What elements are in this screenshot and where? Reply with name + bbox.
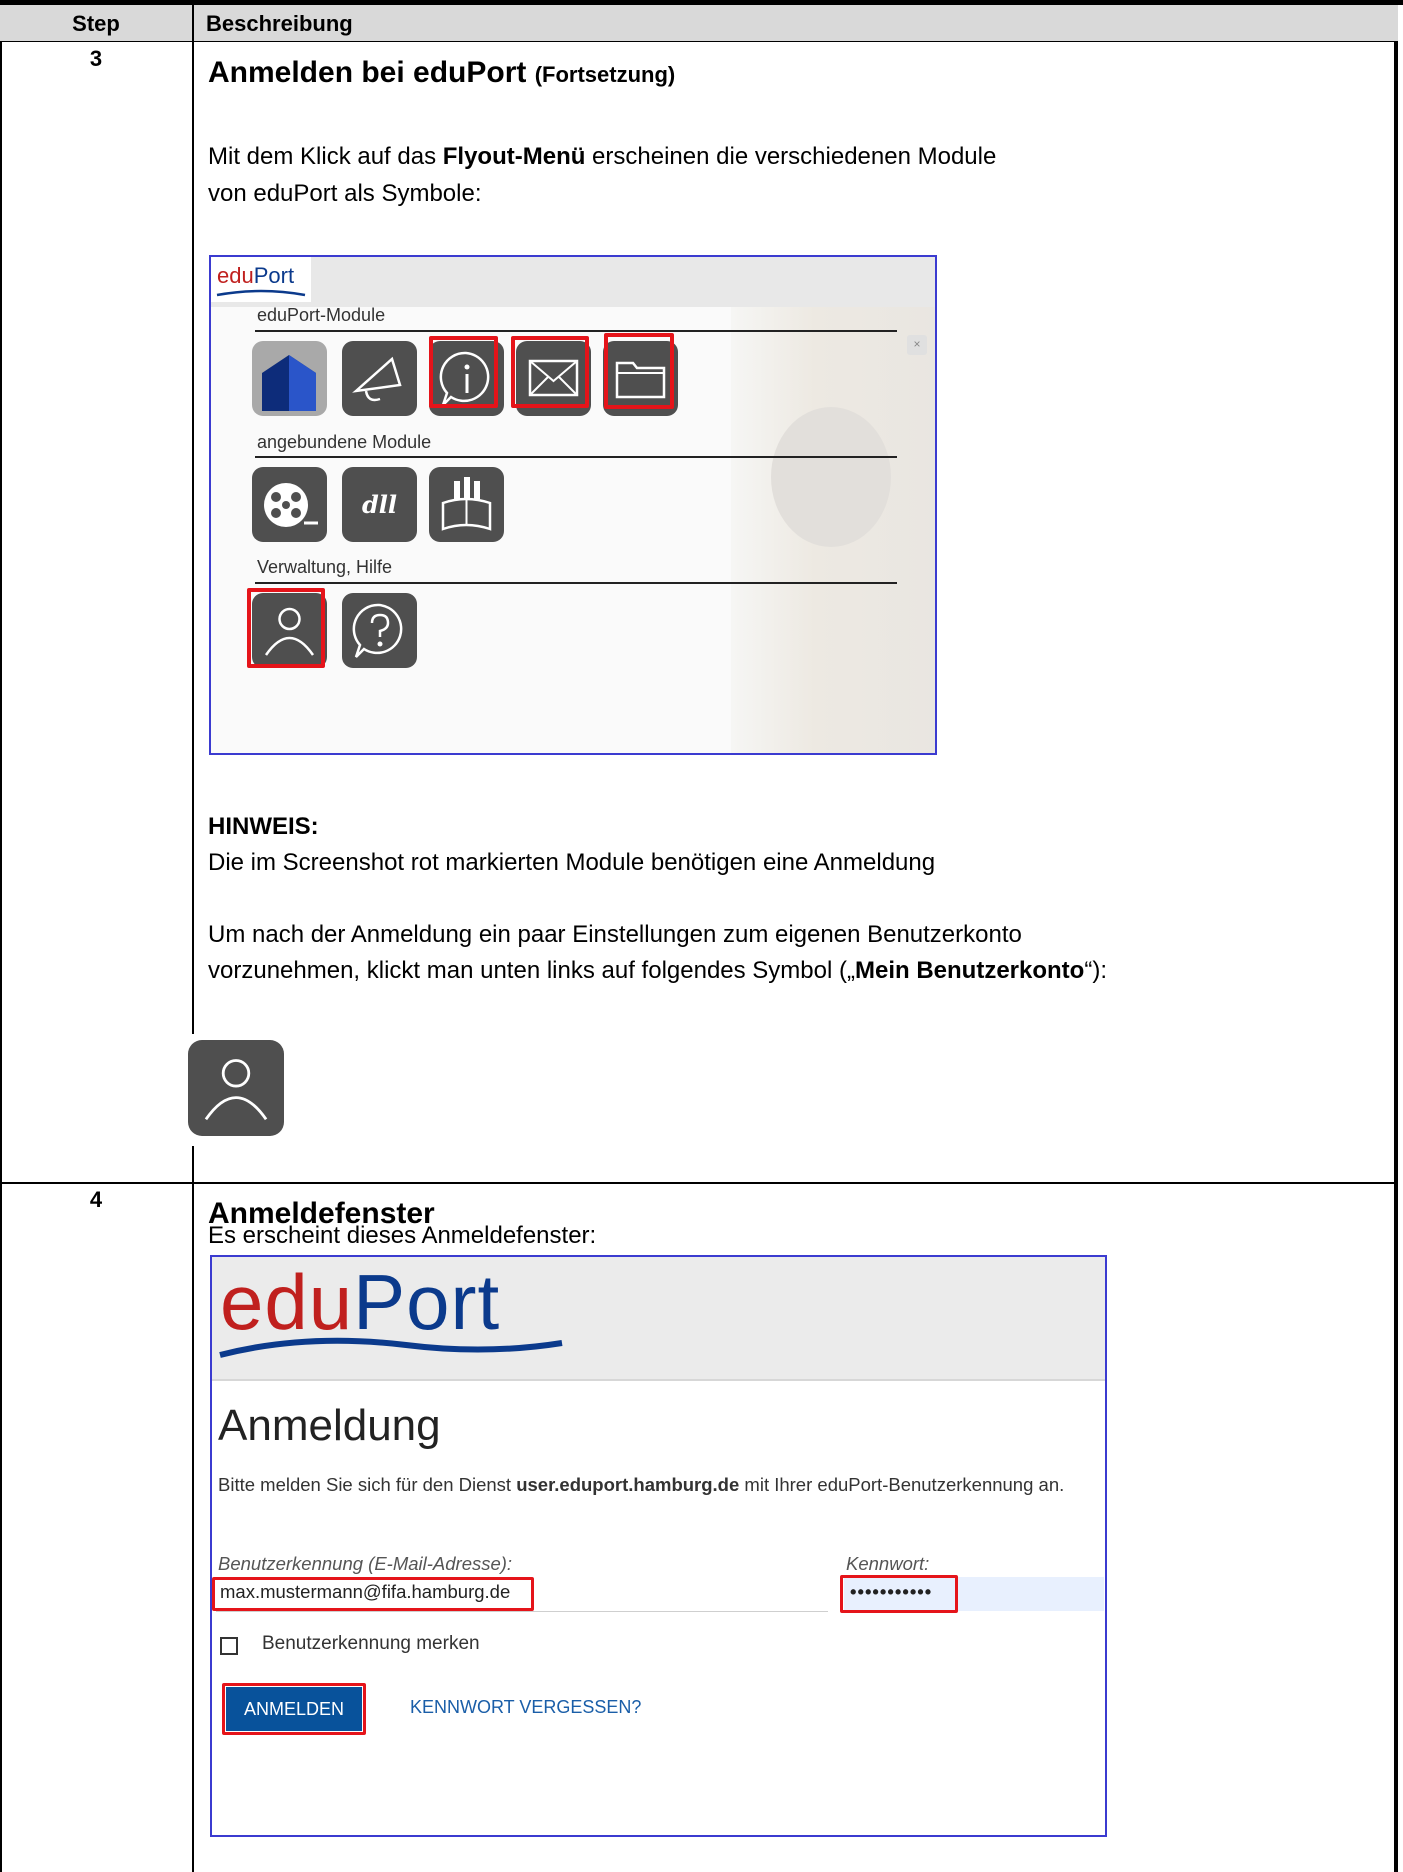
step3-title: Anmelden bei eduPort (Fortsetzung) — [208, 56, 675, 90]
highlight-box-info — [429, 336, 498, 408]
flyout-menu-screenshot: eduPort eduPort-Module × angebundene Mod… — [209, 255, 937, 755]
section-label-eduport-modules: eduPort-Module — [257, 305, 386, 325]
remember-checkbox[interactable] — [220, 1637, 238, 1655]
highlight-box-login-button — [222, 1683, 366, 1735]
remember-label[interactable]: Benutzerkennung merken — [262, 1633, 480, 1655]
step3-paragraph-1-line-2: von eduPort als Symbole: — [208, 180, 482, 207]
login-banner: eduPort — [212, 1257, 1105, 1381]
logo-port: Port — [253, 263, 295, 288]
step4-intro: Es erscheint dieses Anmeldefenster: — [208, 1222, 597, 1249]
forgot-password-link[interactable]: KENNWORT VERGESSEN? — [410, 1697, 641, 1718]
highlight-box-username — [212, 1577, 534, 1611]
para1-text-a: Mit dem Klick auf das — [208, 143, 443, 170]
home-module-tile[interactable] — [252, 341, 327, 416]
section-label-admin-help: Verwaltung, Hilfe — [257, 557, 393, 577]
highlight-box-mail — [511, 336, 589, 408]
hint-text: Die im Screenshot rot markierten Module … — [208, 849, 936, 876]
login-heading: Anmeldung — [218, 1401, 441, 1450]
close-button[interactable]: × — [907, 335, 927, 355]
dll-icon: dll — [362, 490, 397, 519]
header-step: Step — [72, 11, 120, 36]
login-window-screenshot: eduPort Anmeldung Bitte melden Sie sich … — [210, 1255, 1107, 1837]
step3-paragraph-2-line-2: vorzunehmen, klickt man unten links auf … — [208, 953, 1107, 989]
highlight-box-files — [604, 333, 674, 409]
hint-title: HINWEIS: — [208, 813, 319, 840]
step3-paragraph-2: Um nach der Anmeldung ein paar Einstellu… — [208, 921, 1022, 948]
account-icon-sample — [182, 1034, 288, 1146]
step-number-4: 4 — [89, 1187, 103, 1212]
password-label: Kennwort: — [846, 1553, 930, 1574]
logo-wave-icon — [219, 1337, 563, 1358]
column-divider — [192, 5, 194, 1872]
section-divider — [255, 582, 897, 584]
step-number-3: 3 — [89, 46, 103, 71]
svg-text:dll: dll — [362, 490, 397, 519]
section-divider — [255, 330, 897, 332]
step3-title-main: Anmelden bei eduPort — [208, 56, 527, 89]
help-module-tile[interactable] — [342, 593, 417, 668]
library-module-tile[interactable] — [429, 467, 504, 542]
highlight-box-password — [840, 1575, 958, 1613]
para2-bold: Mein Benutzerkonto — [854, 957, 1085, 984]
dll-module-tile[interactable]: dll — [342, 467, 417, 542]
logo-edu: edu — [217, 263, 254, 288]
para2-text-a: vorzunehmen, klickt man unten links auf … — [208, 957, 855, 984]
login-intro-bold: user.eduport.hamburg.de — [516, 1474, 740, 1495]
step3-paragraph-1: Mit dem Klick auf das Flyout-Menü ersche… — [208, 139, 996, 175]
highlight-box-account — [247, 588, 325, 668]
para1-text-b: erscheinen die verschiedenen Module — [585, 143, 997, 170]
login-intro-b: mit Ihrer eduPort-Benutzerkennung an. — [739, 1474, 1065, 1495]
home-icon — [262, 355, 316, 411]
film-reel-icon — [264, 483, 318, 527]
header-description: Beschreibung — [206, 11, 353, 36]
row-divider — [0, 1182, 1398, 1184]
username-label: Benutzerkennung (E-Mail-Adresse): — [218, 1553, 513, 1574]
section-label-connected-modules: angebundene Module — [257, 432, 432, 452]
section-divider — [255, 456, 897, 458]
megaphone-icon — [352, 356, 402, 402]
hamburg-book-icon — [441, 477, 492, 531]
background-photo-figure — [771, 407, 891, 547]
announcement-module-tile[interactable] — [342, 341, 417, 416]
logo-wave-icon — [216, 289, 306, 297]
para2-text-b: “): — [1084, 957, 1107, 984]
flyout-logo: eduPort — [211, 257, 311, 302]
account-tile — [188, 1040, 284, 1136]
user-icon — [204, 1059, 268, 1121]
flyout-topbar — [211, 257, 935, 307]
step3-title-suffix: (Fortsetzung) — [534, 62, 676, 87]
help-icon — [352, 603, 403, 658]
login-intro-a: Bitte melden Sie sich für den Dienst — [218, 1474, 517, 1495]
login-intro-text: Bitte melden Sie sich für den Dienst use… — [218, 1472, 1098, 1497]
media-module-tile[interactable] — [252, 467, 327, 542]
para1-bold: Flyout-Menü — [442, 143, 586, 170]
